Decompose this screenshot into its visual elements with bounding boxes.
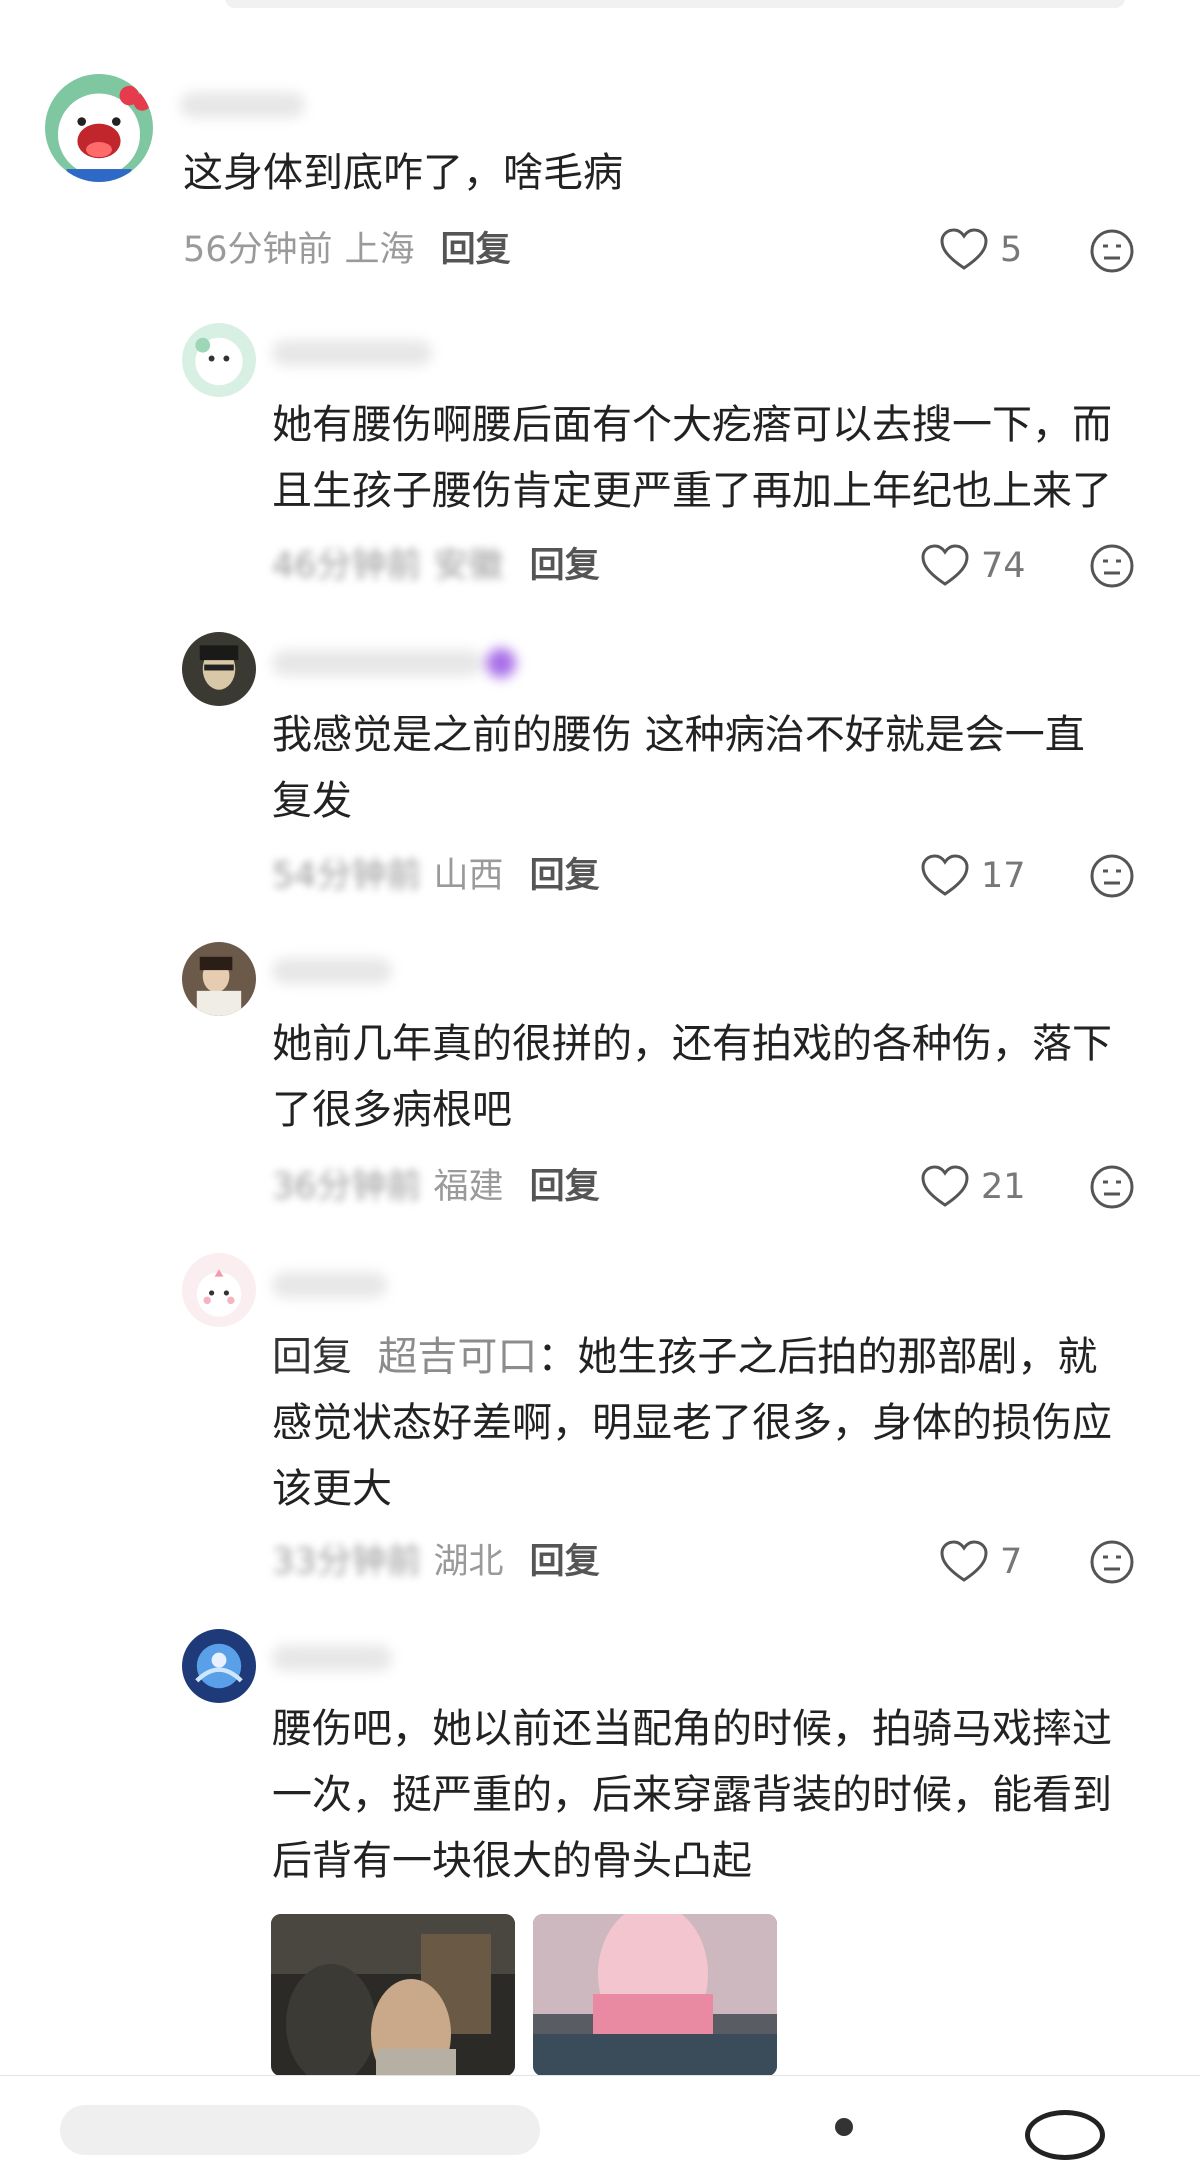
avatar[interactable] xyxy=(182,632,256,706)
avatar[interactable] xyxy=(182,1629,256,1703)
bottom-divider xyxy=(0,2075,1200,2076)
neutral-face-icon[interactable] xyxy=(1089,228,1135,274)
like-count: 5 xyxy=(1000,230,1023,270)
comment-text: 回复 超吉可口：她生孩子之后拍的那部剧，就 感觉状态好差啊，明显老了很多，身体的… xyxy=(272,1334,1112,1512)
like-button[interactable]: 74 xyxy=(921,541,1026,591)
username[interactable] xyxy=(272,648,516,678)
username[interactable] xyxy=(272,958,392,984)
comment-location: 山西 xyxy=(433,856,504,896)
neutral-face-icon[interactable] xyxy=(1089,1539,1135,1585)
neutral-face-icon[interactable] xyxy=(1089,543,1135,589)
heart-outline-icon xyxy=(921,854,969,896)
comment-location: 湖北 xyxy=(433,1542,504,1582)
heart-outline-icon xyxy=(940,1540,988,1582)
heart-outline-icon xyxy=(940,228,988,270)
comment-meta: 56分钟前 上海 回复 xyxy=(183,225,511,275)
reply-prefix: 回复 xyxy=(272,1334,352,1380)
reply-button[interactable]: 回复 xyxy=(441,230,511,270)
bottom-comment-input[interactable] xyxy=(60,2105,540,2155)
comment-time: 46分钟前 xyxy=(272,546,422,586)
heart-outline-icon xyxy=(921,544,969,586)
comment-text: 她前几年真的很拼的，还有拍戏的各种伤，落下 了很多病根吧 xyxy=(272,1021,1112,1133)
username[interactable] xyxy=(180,92,305,118)
comment-photo-2[interactable] xyxy=(533,1914,777,2076)
comment-text: 这身体到底咋了，啥毛病 xyxy=(183,150,623,196)
avatar[interactable] xyxy=(45,74,153,182)
reply-button[interactable]: 回复 xyxy=(530,1167,600,1207)
comment-meta: 46分钟前 安徽 回复 xyxy=(272,541,600,591)
like-button[interactable]: 7 xyxy=(940,1537,1022,1587)
like-count: 7 xyxy=(1000,1542,1023,1582)
top-input-bar xyxy=(225,0,1125,8)
reply-button[interactable]: 回复 xyxy=(530,856,600,896)
bottom-icon[interactable] xyxy=(835,2118,853,2136)
reply-button[interactable]: 回复 xyxy=(530,546,600,586)
username[interactable] xyxy=(272,340,432,366)
comment-meta: 54分钟前 山西 回复 xyxy=(272,851,600,901)
like-count: 74 xyxy=(981,546,1026,586)
heart-outline-icon xyxy=(921,1165,969,1207)
comment-location: 安徽 xyxy=(433,546,504,586)
avatar[interactable] xyxy=(182,323,256,397)
comment-meta: 33分钟前 湖北 回复 xyxy=(272,1537,600,1587)
bottom-icon[interactable] xyxy=(1025,2110,1105,2160)
mention-link[interactable]: 超吉可口 xyxy=(377,1334,537,1380)
comment-time: 56分钟前 xyxy=(183,230,333,270)
comment-time: 36分钟前 xyxy=(272,1167,422,1207)
comment-text: 我感觉是之前的腰伤 这种病治不好就是会一直 复发 xyxy=(272,712,1085,824)
comment-location: 上海 xyxy=(344,230,415,270)
reply-button[interactable]: 回复 xyxy=(530,1542,600,1582)
comment-text: 她有腰伤啊腰后面有个大疙瘩可以去搜一下，而 且生孩子腰伤肯定更严重了再加上年纪也… xyxy=(272,402,1112,514)
like-count: 21 xyxy=(981,1167,1026,1207)
like-button[interactable]: 5 xyxy=(940,225,1022,275)
like-button[interactable]: 17 xyxy=(921,851,1026,901)
comment-photo-1[interactable] xyxy=(271,1914,515,2076)
neutral-face-icon[interactable] xyxy=(1089,853,1135,899)
username[interactable] xyxy=(272,1272,387,1298)
comment-time: 33分钟前 xyxy=(272,1542,422,1582)
like-button[interactable]: 21 xyxy=(921,1162,1026,1212)
comment-text: 腰伤吧，她以前还当配角的时候，拍骑马戏摔过 一次，挺严重的，后来穿露背装的时候，… xyxy=(272,1706,1112,1884)
avatar[interactable] xyxy=(182,942,256,1016)
username[interactable] xyxy=(272,1645,392,1671)
comment-meta: 36分钟前 福建 回复 xyxy=(272,1162,600,1212)
comment-location: 福建 xyxy=(433,1167,504,1207)
like-count: 17 xyxy=(981,856,1026,896)
neutral-face-icon[interactable] xyxy=(1089,1164,1135,1210)
avatar[interactable] xyxy=(182,1253,256,1327)
comment-time: 54分钟前 xyxy=(272,856,422,896)
